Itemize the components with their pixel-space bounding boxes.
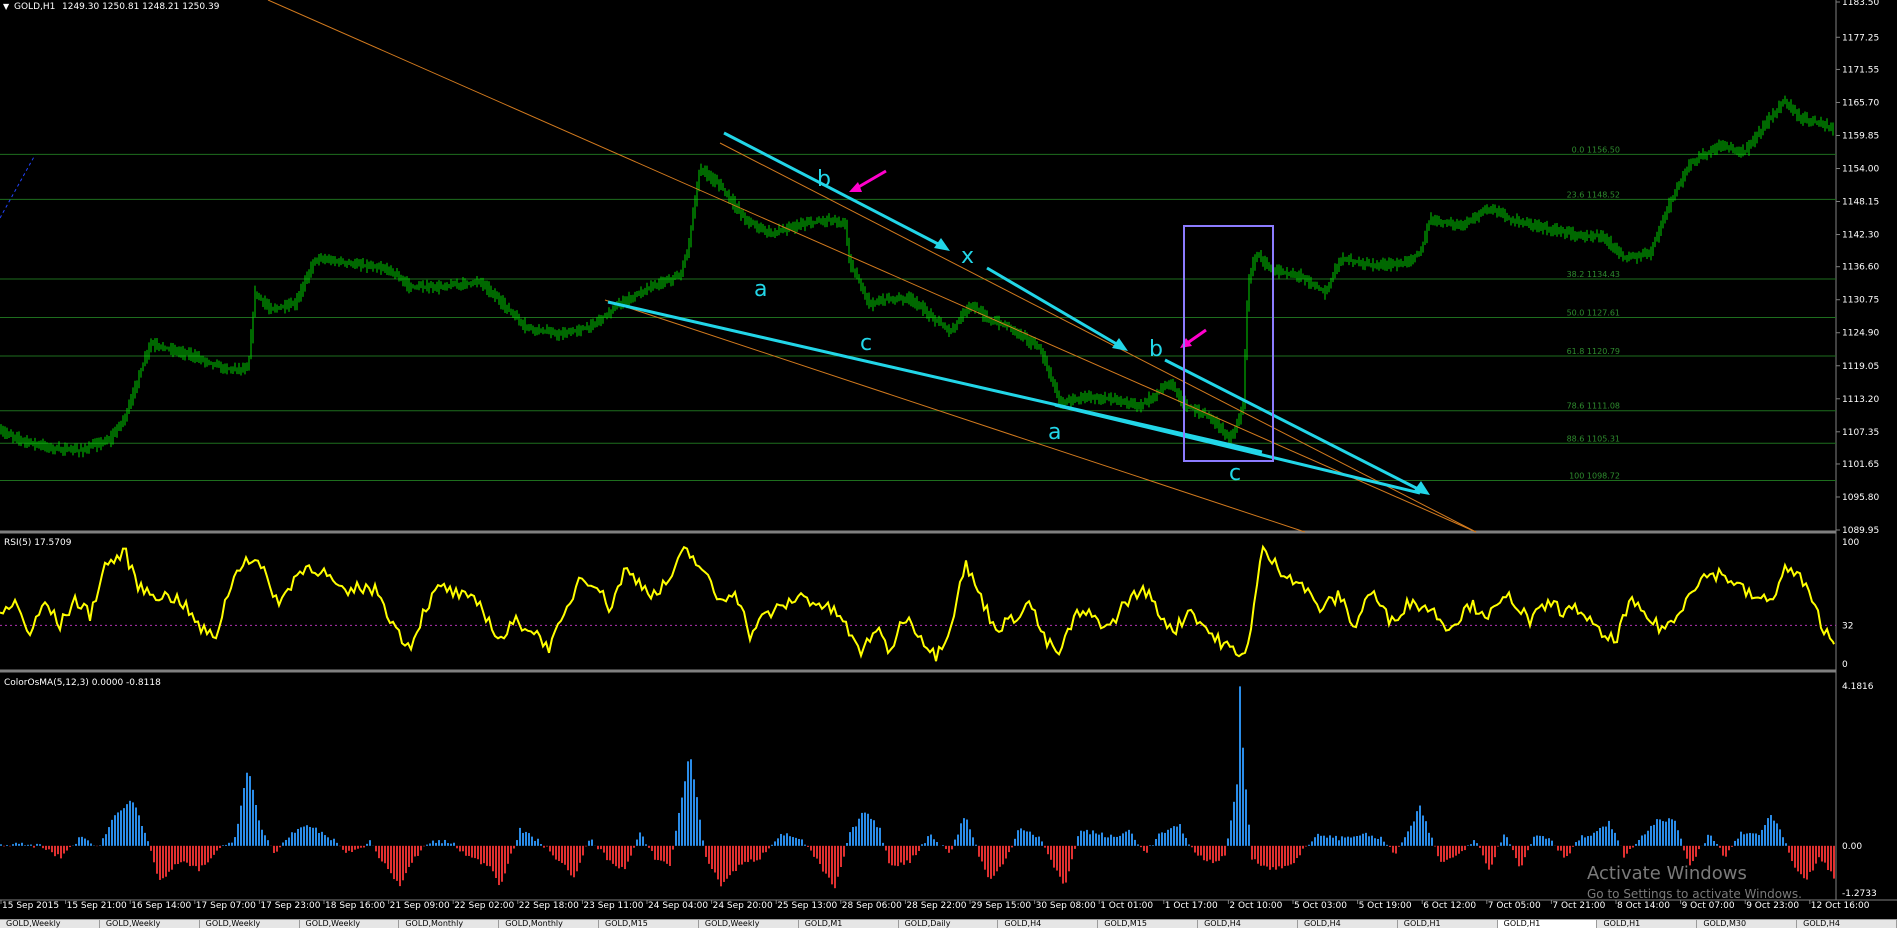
- price-tick-label: 1095.80: [1842, 493, 1879, 503]
- time-tick-label: 9 Oct 23:00: [1746, 901, 1799, 911]
- price-tick-label: 1183.50: [1842, 0, 1879, 8]
- rsi-axis-label: 32: [1842, 621, 1853, 631]
- chart-symbol-title: GOLD,H1: [14, 2, 55, 12]
- price-tick-label: 1113.20: [1842, 395, 1879, 405]
- osma-axis-label: 0.00: [1842, 842, 1862, 852]
- wave-label-b2: b: [1149, 337, 1163, 362]
- time-tick-label: 29 Sep 15:00: [971, 901, 1031, 911]
- time-tick-label: 7 Oct 21:00: [1552, 901, 1605, 911]
- time-tick-label: 24 Sep 20:00: [713, 901, 773, 911]
- osma-axis-label: -1.2733: [1842, 889, 1877, 899]
- wave-label-c1: c: [860, 331, 872, 356]
- price-tick-label: 1089.95: [1842, 526, 1879, 536]
- time-tick-label: 22 Sep 02:00: [454, 901, 514, 911]
- price-tick-label: 1159.85: [1842, 131, 1879, 141]
- fib-level-label: 0.0 1156.50: [1572, 145, 1620, 154]
- price-tick-label: 1148.15: [1842, 198, 1879, 208]
- price-tick-label: 1154.00: [1842, 164, 1879, 174]
- time-tick-label: 6 Oct 12:00: [1423, 901, 1476, 911]
- time-tick-label: 18 Sep 16:00: [325, 901, 385, 911]
- rsi-axis-label: 0: [1842, 660, 1848, 670]
- activate-windows-title: Activate Windows: [1587, 863, 1747, 884]
- time-tick-label: 9 Oct 07:00: [1682, 901, 1735, 911]
- time-tick-label: 7 Oct 05:00: [1488, 901, 1541, 911]
- fib-level-label: 100 1098.72: [1569, 472, 1620, 481]
- price-tick-label: 1177.25: [1842, 33, 1879, 43]
- time-tick-label: 5 Oct 19:00: [1359, 901, 1412, 911]
- fib-level-label: 50.0 1127.61: [1567, 308, 1620, 317]
- fib-level-label: 88.6 1105.31: [1567, 434, 1620, 443]
- fib-level-label: 78.6 1111.08: [1567, 402, 1620, 411]
- time-tick-label: 23 Sep 11:00: [583, 901, 643, 911]
- time-tick-label: 12 Oct 16:00: [1811, 901, 1870, 911]
- rsi-title: RSI(5) 17.5709: [4, 538, 72, 548]
- mt4-chart-window: 0.0 1156.50 23.6 1148.52 38.2 1134.43 50.0 …: [0, 0, 1897, 928]
- time-tick-label: 17 Sep 23:00: [260, 901, 320, 911]
- time-tick-label: 17 Sep 07:00: [196, 901, 256, 911]
- price-tick-label: 1171.55: [1842, 65, 1879, 75]
- time-tick-label: 28 Sep 22:00: [906, 901, 966, 911]
- price-tick-label: 1130.75: [1842, 296, 1879, 306]
- osma-axis-label: 4.1816: [1842, 682, 1874, 692]
- price-tick-label: 1165.70: [1842, 98, 1879, 108]
- chart-menu-icon[interactable]: ▼: [3, 2, 10, 11]
- time-tick-label: 1 Oct 17:00: [1165, 901, 1218, 911]
- time-tick-label: 8 Oct 14:00: [1617, 901, 1670, 911]
- time-tick-label: 15 Sep 21:00: [67, 901, 127, 911]
- price-tick-label: 1136.60: [1842, 263, 1879, 273]
- fib-level-label: 23.6 1148.52: [1567, 190, 1620, 199]
- time-tick-label: 21 Sep 09:00: [390, 901, 450, 911]
- price-tick-label: 1124.90: [1842, 329, 1879, 339]
- time-tick-label: 24 Sep 04:00: [648, 901, 708, 911]
- osma-title: ColorOsMA(5,12,3) 0.0000 -0.8118: [4, 678, 161, 688]
- time-tick-label: 16 Sep 14:00: [131, 901, 191, 911]
- wave-label-a2: a: [1048, 420, 1061, 445]
- time-tick-label: 5 Oct 03:00: [1294, 901, 1347, 911]
- time-tick-label: 1 Oct 01:00: [1100, 901, 1153, 911]
- fib-level-label: 38.2 1134.43: [1567, 270, 1620, 279]
- wave-label-c2: c: [1229, 461, 1241, 486]
- price-tick-label: 1101.65: [1842, 460, 1879, 470]
- wave-label-x: x: [961, 244, 974, 269]
- time-tick-label: 15 Sep 2015: [2, 901, 59, 911]
- time-tick-label: 25 Sep 13:00: [777, 901, 837, 911]
- fib-level-label: 61.8 1120.79: [1567, 347, 1620, 356]
- wave-label-b1: b: [817, 167, 831, 192]
- chart-ohlc-values: 1249.30 1250.81 1248.21 1250.39: [62, 2, 220, 12]
- price-tick-label: 1107.35: [1842, 428, 1879, 438]
- rsi-axis-label: 100: [1842, 538, 1859, 548]
- time-axis: 15 Sep 2015 15 Sep 21:00 16 Sep 14:00 17 Se…: [0, 900, 1870, 911]
- price-tick-label: 1119.05: [1842, 362, 1879, 372]
- time-tick-label: 30 Sep 08:00: [1036, 901, 1096, 911]
- time-tick-label: 22 Sep 18:00: [519, 901, 579, 911]
- time-tick-label: 2 Oct 10:00: [1229, 901, 1282, 911]
- price-tick-label: 1142.30: [1842, 231, 1879, 241]
- time-tick-label: 28 Sep 06:00: [842, 901, 902, 911]
- wave-label-a1: a: [754, 277, 767, 302]
- activate-windows-subtitle: Go to Settings to activate Windows.: [1587, 887, 1802, 901]
- chart-canvas[interactable]: 0.0 1156.50 23.6 1148.52 38.2 1134.43 50.0 …: [0, 0, 1897, 919]
